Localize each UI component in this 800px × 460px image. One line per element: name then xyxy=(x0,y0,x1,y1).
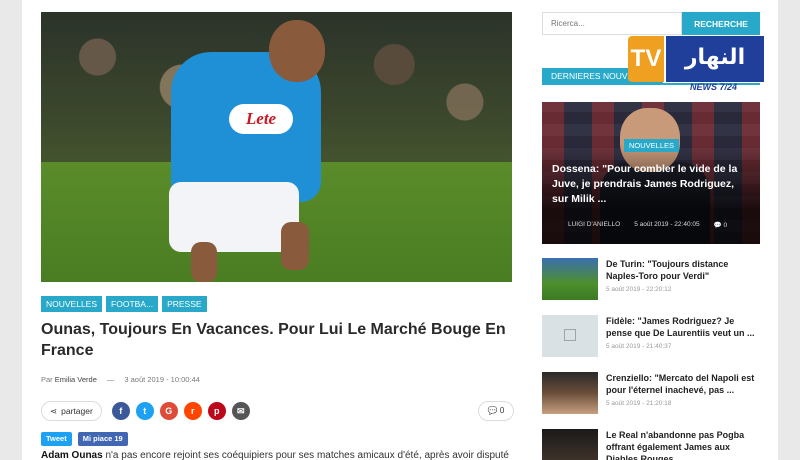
article-meta: Par Emilia Verde — 3 août 2019 - 10:00:4… xyxy=(41,375,200,384)
featured-date: 5 août 2019 - 22:40:05 xyxy=(634,221,700,228)
player-head xyxy=(269,20,325,82)
body-lead: Adam Ounas xyxy=(41,450,103,460)
like-label: Mi piace 19 xyxy=(82,434,123,443)
list-item[interactable]: De Turin: "Toujours distance Naples-Toro… xyxy=(542,258,760,300)
tag-presse[interactable]: PRESSE xyxy=(162,296,207,312)
author-name[interactable]: Emilia Verde xyxy=(55,375,97,384)
news-thumbnail xyxy=(542,429,598,460)
reddit-icon[interactable]: r xyxy=(183,402,202,420)
news-title[interactable]: Le Real n'abandonne pas Pogba offrant ég… xyxy=(606,429,760,460)
news-thumbnail xyxy=(542,258,598,300)
pinterest-icon[interactable]: p xyxy=(207,402,226,420)
news-date: 5 août 2019 - 21:40:37 xyxy=(606,343,672,350)
tweet-label: Tweet xyxy=(46,434,67,443)
tv-logo-mark: TV xyxy=(628,36,664,82)
search-form: RECHERCHE xyxy=(542,12,760,35)
comment-count: 0 xyxy=(499,406,505,415)
author-prefix: Par xyxy=(41,375,53,384)
featured-meta: LUIGI D'ANIELLO 5 août 2019 - 22:40:05 💬… xyxy=(568,221,727,229)
player-leg xyxy=(191,242,217,282)
share-bar: ⋖ partager f t G r p ✉ xyxy=(41,401,250,421)
list-item[interactable]: Fidèle: "James Rodriguez? Je pense que D… xyxy=(542,315,760,357)
news-title[interactable]: Fidèle: "James Rodriguez? Je pense que D… xyxy=(606,315,760,339)
list-item[interactable]: Crenziello: "Mercato del Napoli est pour… xyxy=(542,372,760,414)
twitter-icon[interactable]: t xyxy=(135,402,154,420)
news-thumbnail xyxy=(542,372,598,414)
player-leg xyxy=(281,222,309,270)
jersey-sponsor-logo: Lete xyxy=(229,104,293,134)
news-date: 5 août 2019 - 22:20:12 xyxy=(606,286,672,293)
article-tags: NOUVELLES FOOTBA... PRESSE xyxy=(41,296,207,312)
news-date: 5 août 2019 - 21:20:18 xyxy=(606,400,672,407)
comment-count-button[interactable]: 💬 0 xyxy=(478,401,514,421)
article-body: Adam Ounas n'a pas encore rejoint ses co… xyxy=(41,450,511,460)
tag-football[interactable]: FOOTBA... xyxy=(106,296,159,312)
image-placeholder-icon xyxy=(564,329,576,341)
news-title[interactable]: Crenziello: "Mercato del Napoli est pour… xyxy=(606,372,760,396)
email-icon[interactable]: ✉ xyxy=(231,402,250,420)
featured-comments: 💬 0 xyxy=(713,222,728,229)
search-button[interactable]: RECHERCHE xyxy=(682,12,760,35)
social-widgets: Tweet Mi piace 19 xyxy=(41,432,128,446)
share-icon: ⋖ xyxy=(50,405,58,416)
tv-channel-logo: TV النهار NEWS 7/24 xyxy=(628,36,766,92)
author-line: Par Emilia Verde xyxy=(41,375,97,384)
list-item[interactable]: Le Real n'abandonne pas Pogba offrant ég… xyxy=(542,429,760,460)
tweet-button[interactable]: Tweet xyxy=(41,432,72,446)
featured-title[interactable]: Dossena: "Pour combler le vide de la Juv… xyxy=(552,162,752,207)
featured-comment-count: 0 xyxy=(723,222,728,229)
share-label: partager xyxy=(61,406,93,416)
facebook-icon[interactable]: f xyxy=(111,402,130,420)
article-date: 3 août 2019 - 10:00:44 xyxy=(124,375,200,384)
article-title: Ounas, Toujours En Vacances. Pour Lui Le… xyxy=(41,321,506,359)
featured-news-card[interactable]: NOUVELLES Dossena: "Pour combler le vide… xyxy=(542,102,760,244)
tv-logo-subtitle: NEWS 7/24 xyxy=(690,82,738,92)
like-button[interactable]: Mi piace 19 xyxy=(77,432,128,446)
share-button[interactable]: ⋖ partager xyxy=(41,401,102,421)
body-text: n'a pas encore rejoint ses coéquipiers p… xyxy=(102,450,511,460)
search-input[interactable] xyxy=(542,12,682,35)
article-hero-image: Lete xyxy=(41,12,512,282)
player-shorts xyxy=(169,182,299,252)
comment-icon: 💬 xyxy=(487,406,498,415)
tv-logo-arabic: النهار xyxy=(666,36,764,82)
meta-separator: — xyxy=(106,375,115,384)
featured-author[interactable]: LUIGI D'ANIELLO xyxy=(568,221,620,229)
featured-badge[interactable]: NOUVELLES xyxy=(624,139,680,152)
google-plus-icon[interactable]: G xyxy=(159,402,178,420)
news-thumbnail xyxy=(542,315,598,357)
news-title[interactable]: De Turin: "Toujours distance Naples-Toro… xyxy=(606,258,760,282)
tag-nouvelles[interactable]: NOUVELLES xyxy=(41,296,103,312)
